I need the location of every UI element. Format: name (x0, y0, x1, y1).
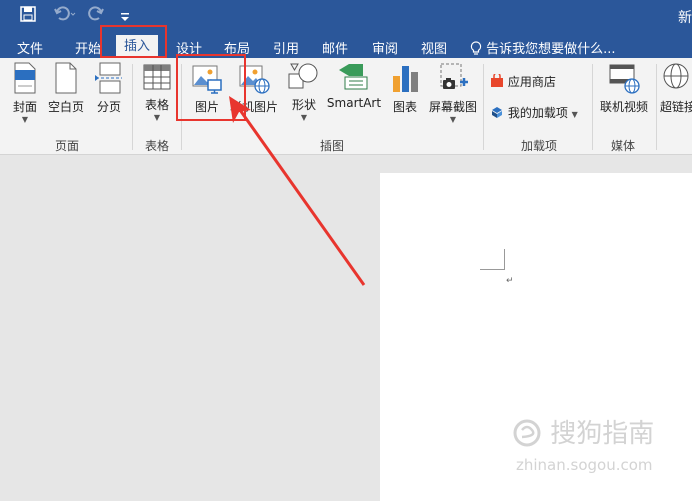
tell-me-text: 告诉我您想要做什么... (486, 42, 616, 57)
online-video-icon (609, 64, 640, 94)
window-title: 新 (678, 10, 692, 26)
my-addins-label: 我的加载项 (507, 106, 568, 120)
smartart-label: SmartArt (326, 96, 382, 110)
watermark-logo-icon (513, 419, 541, 447)
lightbulb-icon (470, 41, 482, 55)
tables-group-label: 表格 (145, 139, 170, 153)
shapes-button[interactable]: 形状 ▼ (286, 62, 322, 123)
cover-page-label: 封面 (12, 100, 37, 114)
hyperlink-label: 超链接 (660, 100, 692, 114)
chart-label: 图表 (392, 100, 417, 114)
page-break-icon (95, 62, 122, 94)
document-page[interactable]: ↵ (380, 173, 692, 501)
media-group-label: 媒体 (611, 139, 636, 153)
paragraph-mark-icon: ↵ (506, 276, 514, 286)
document-area: ↵ 搜狗指南 zhinan.sogou.com (0, 155, 692, 501)
watermark: 搜狗指南 (512, 413, 654, 450)
page-break-button[interactable]: 分页 (92, 62, 126, 115)
page-break-label: 分页 (96, 100, 121, 114)
ribbon-insert: 封面 ▼ 空白页 分页 页面 表格 ▼ 表格 图片 联机图片 形状 ▼ Smar… (0, 58, 692, 155)
screenshot-button[interactable]: 屏幕截图 ▼ (426, 62, 480, 125)
group-separator (656, 64, 657, 150)
group-separator (592, 64, 593, 150)
screenshot-icon (440, 63, 468, 89)
illustrations-group-label: 插图 (320, 139, 345, 153)
tab-mailings[interactable]: 邮件 (322, 38, 348, 57)
cover-page-button[interactable]: 封面 ▼ (8, 62, 42, 125)
store-button[interactable]: 应用商店 (490, 72, 556, 90)
chart-button[interactable]: 图表 (389, 62, 421, 115)
group-separator (132, 64, 133, 150)
table-label: 表格 (144, 98, 169, 112)
table-button[interactable]: 表格 ▼ (140, 62, 174, 123)
online-video-button[interactable]: 联机视频 (598, 62, 650, 115)
my-addins-icon (492, 107, 502, 118)
smartart-button[interactable]: SmartArt (325, 62, 383, 110)
chevron-down-icon: ▼ (153, 113, 161, 122)
blank-page-label: 空白页 (47, 100, 84, 114)
store-label: 应用商店 (507, 75, 556, 89)
hyperlink-button[interactable]: 超链接 (660, 62, 692, 115)
tab-file[interactable]: 文件 (17, 38, 43, 57)
tell-me-box[interactable]: 告诉我您想要做什么... (470, 38, 616, 57)
group-separator (483, 64, 484, 150)
online-video-label: 联机视频 (599, 100, 648, 114)
tab-view[interactable]: 视图 (421, 38, 447, 57)
store-icon (491, 72, 503, 87)
redo-icon[interactable] (88, 6, 110, 26)
chart-icon (393, 66, 418, 92)
tab-references[interactable]: 引用 (273, 38, 299, 57)
blank-page-button[interactable]: 空白页 (44, 62, 88, 115)
shapes-label: 形状 (291, 98, 316, 112)
margin-corner-mark (480, 249, 505, 270)
smartart-icon (339, 64, 368, 90)
undo-icon[interactable] (54, 6, 76, 26)
watermark-url: zhinan.sogou.com (516, 456, 653, 474)
insert-tab-highlight (100, 25, 167, 58)
screenshot-label: 屏幕截图 (428, 100, 477, 114)
shapes-icon (288, 63, 318, 89)
cover-page-icon (14, 62, 36, 94)
chevron-down-icon: ▼ (449, 115, 457, 124)
picture-button-highlight (176, 54, 246, 121)
watermark-text: 搜狗指南 (550, 419, 655, 449)
pages-group-label: 页面 (55, 139, 80, 153)
chevron-down-icon: ▼ (300, 113, 308, 122)
my-addins-button[interactable]: 我的加载项 ▼ (490, 104, 578, 121)
chevron-down-icon: ▼ (571, 110, 578, 119)
tab-home[interactable]: 开始 (75, 38, 101, 57)
tab-review[interactable]: 审阅 (372, 38, 398, 57)
addins-group-label: 加载项 (521, 139, 558, 153)
chevron-down-icon: ▼ (21, 115, 29, 124)
blank-page-icon (55, 62, 77, 94)
hyperlink-icon (663, 63, 689, 89)
table-icon (143, 64, 171, 90)
save-icon[interactable] (20, 6, 36, 26)
